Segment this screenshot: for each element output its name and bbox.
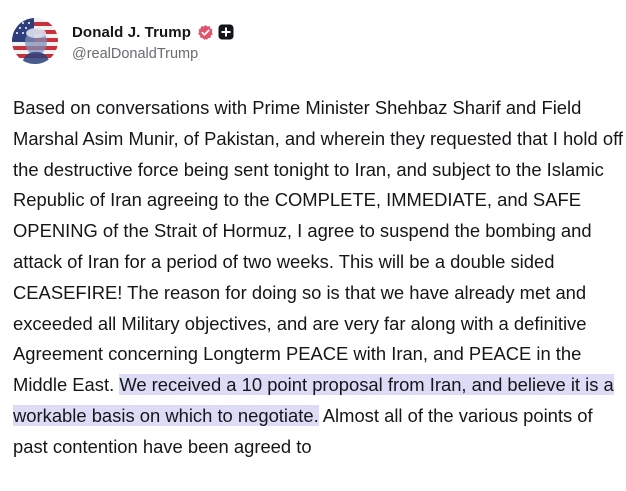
post-text: Based on conversations with Prime Minist… xyxy=(13,93,625,463)
avatar-flag-portrait-icon xyxy=(12,18,58,64)
author-names: Donald J. Trump @realDonaldTrump xyxy=(72,20,234,62)
verified-badge-icon xyxy=(197,24,214,41)
post-text-part: Based on conversations with Prime Minist… xyxy=(13,97,623,396)
name-row: Donald J. Trump xyxy=(72,20,234,44)
avatar[interactable] xyxy=(12,18,58,64)
post-header: Donald J. Trump @realDonaldTrump xyxy=(12,18,234,64)
plus-icon xyxy=(218,24,234,40)
display-name[interactable]: Donald J. Trump xyxy=(72,24,191,41)
author-handle[interactable]: @realDonaldTrump xyxy=(72,46,234,62)
